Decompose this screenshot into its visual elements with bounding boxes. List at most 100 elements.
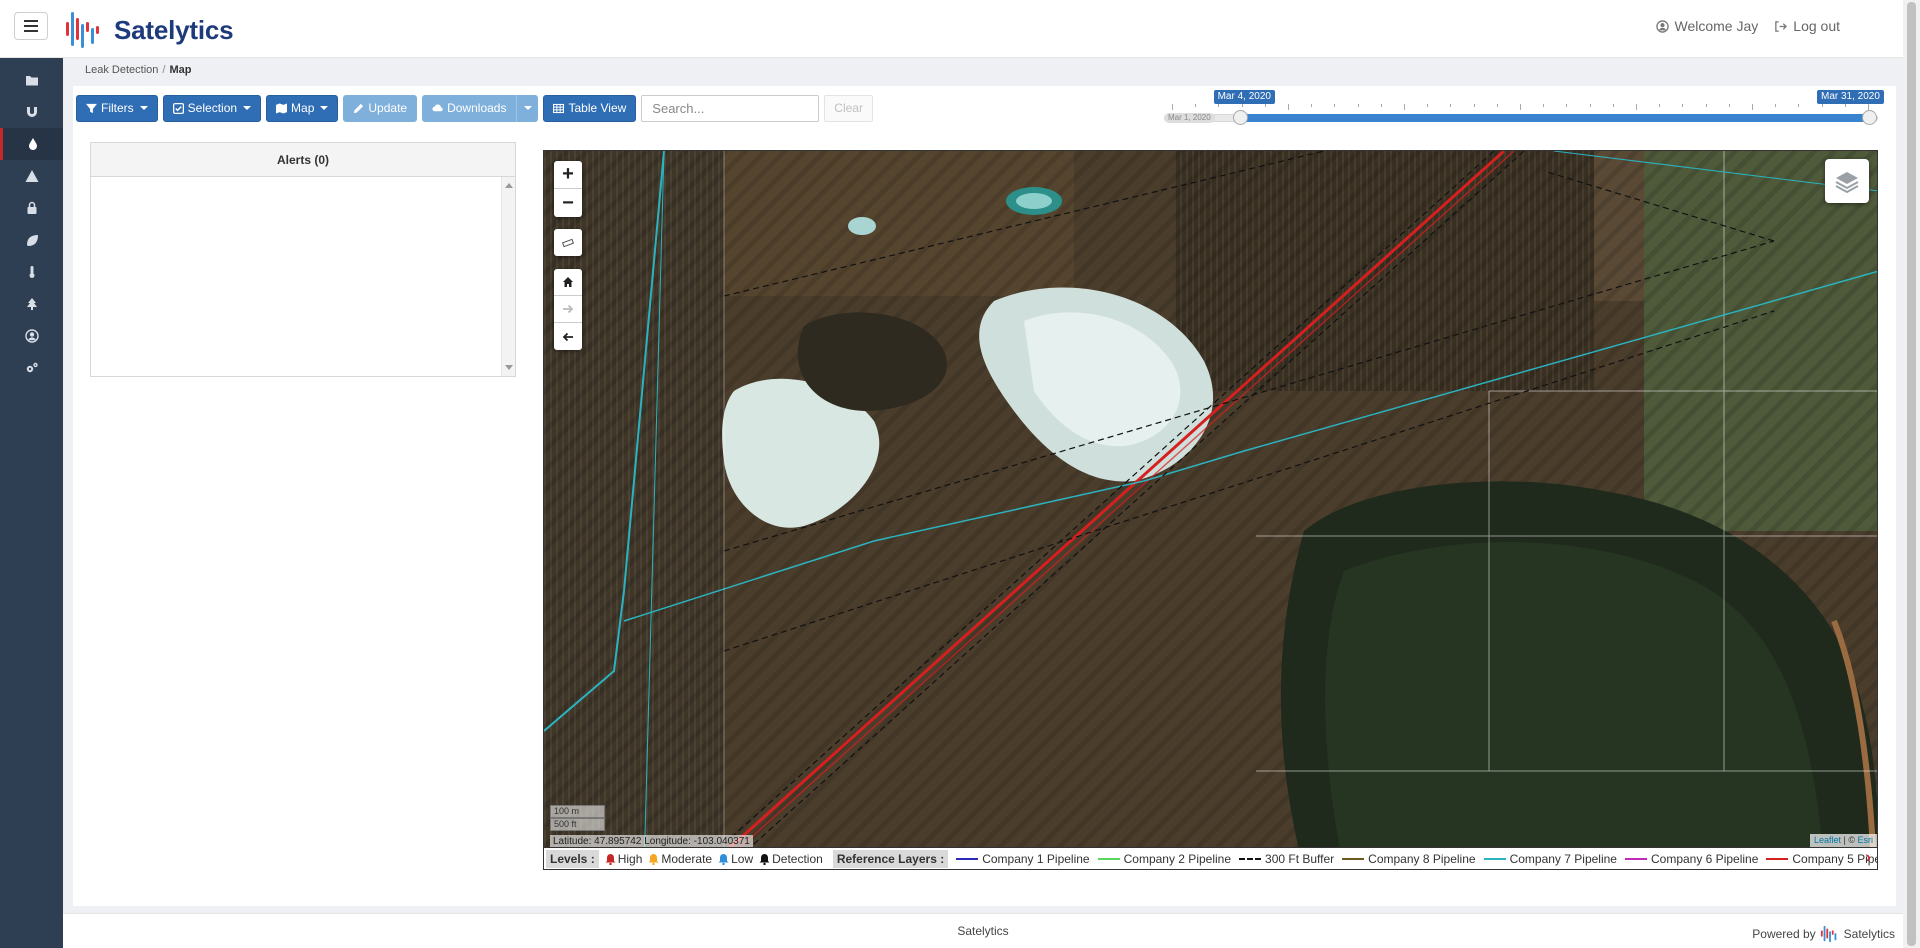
update-label: Update [368,101,408,115]
filter-icon [86,103,97,113]
brand-logo[interactable]: Satelytics [64,8,234,52]
selection-button[interactable]: Selection [162,94,262,122]
hamburger-icon [24,20,38,32]
slider-tick [1311,104,1313,107]
legend-ref-label: Company 2 Pipeline [1123,851,1232,866]
scroll-down-arrow-icon[interactable] [505,365,513,370]
bell-icon [718,853,729,865]
sign-out-icon [1775,20,1788,32]
legend-line-swatch [956,857,979,860]
legend-level-label: Low [731,851,754,866]
zoom-in-button[interactable]: + [554,161,582,189]
slider-tick [1450,104,1452,107]
sidebar-item-settings[interactable] [0,352,63,384]
welcome-text: Welcome Jay [1674,18,1759,34]
legend-level-high: High [605,851,643,866]
slider-start-label: Mar 4, 2020 [1213,90,1275,104]
arrow-left-icon [562,332,573,341]
update-button[interactable]: Update [343,94,418,122]
sidebar-item-security[interactable] [0,192,63,224]
back-button[interactable] [554,323,582,350]
legend-level-label: High [617,851,643,866]
page-footer: Satelytics Powered by Satelytics [63,913,1903,948]
legend-level-label: Moderate [661,851,713,866]
legend-dash-swatch [1239,857,1262,860]
sidebar-item-temperature[interactable] [0,256,63,288]
caret-down-icon [320,106,329,110]
legend-ref-label: Company 5 Pipeline [1792,851,1877,866]
user-circle-icon [1655,19,1669,33]
slider-tick [1798,104,1800,107]
sidebar-item-trees[interactable] [0,288,63,320]
page-scrollbar-thumb[interactable] [1907,2,1916,946]
downloads-dropdown-toggle[interactable] [516,94,539,122]
sidebar-item-vegetation[interactable] [0,224,63,256]
measure-button[interactable] [554,229,582,256]
legend-ref-label: Company 6 Pipeline [1650,851,1759,866]
slider-tick [1404,104,1405,110]
sidebar-item-magnet[interactable] [0,96,63,128]
slider-tick [1775,104,1777,107]
satellite-map[interactable]: + − 100 m 500 ft Latitude: 47.895742 Lon… [543,150,1878,870]
slider-tick [1172,104,1173,110]
slider-end-handle[interactable] [1862,110,1877,125]
zoom-out-button[interactable]: − [554,189,582,217]
legend-level-low: Low [718,852,753,866]
alerts-list[interactable] [91,177,515,376]
slider-tick [1380,104,1382,107]
sidebar-item-account[interactable] [0,320,63,352]
sidebar-item-projects[interactable] [0,64,63,96]
bell-icon [759,853,770,865]
slider-start-handle[interactable] [1232,110,1248,125]
alerts-panel: Alerts (0) [90,142,516,377]
app-header: Satelytics Welcome Jay Log out [0,0,1920,58]
sidebar-item-leak-detection[interactable] [0,128,63,160]
alerts-title: Alerts (0) [91,143,515,177]
slider-selected-range [1239,114,1869,122]
forward-button[interactable] [554,296,582,323]
date-range-slider[interactable]: Mar 1, 2020 Mar 4, 2020 Mar 31, 2020 [1164,90,1884,130]
layers-control-button[interactable] [1825,159,1869,203]
legend-levels-label: Levels : [546,849,599,868]
ruler-icon [562,238,574,247]
legend-ref-company-6: Company 6 Pipeline [1624,851,1759,866]
home-button[interactable] [554,269,582,296]
bell-icon [648,853,659,865]
legend-level-detection: Detection [759,852,823,866]
lock-icon [27,201,36,214]
legend-ref-company-7: Company 7 Pipeline [1483,852,1617,866]
leaflet-link[interactable]: Leaflet [1814,835,1841,845]
downloads-button[interactable]: Downloads [422,94,517,122]
pencil-icon [354,103,364,113]
bell-icon [605,853,616,865]
menu-toggle-button[interactable] [14,12,48,40]
esri-link[interactable]: Esri [1858,835,1874,845]
filters-button[interactable]: Filters [76,94,158,122]
powered-by: Powered by Satelytics [1752,924,1895,944]
check-square-icon [172,102,184,114]
sidebar-item-alerts[interactable] [0,160,63,192]
legend-level-label: Detection [772,851,823,866]
legend-ref-company-8: Company 8 Pipeline [1342,852,1476,866]
clear-button[interactable]: Clear [824,94,873,122]
page-scrollbar[interactable] [1903,0,1920,948]
alerts-scrollbar[interactable] [501,177,515,376]
logout-link[interactable]: Log out [1774,18,1840,34]
slider-tick [1612,104,1614,107]
welcome-user[interactable]: Welcome Jay [1655,18,1759,34]
brand-name: Satelytics [114,14,234,45]
breadcrumb-parent[interactable]: Leak Detection [85,64,158,76]
table-view-button[interactable]: Table View [543,94,637,122]
slider-tick [1218,104,1220,107]
search-input[interactable] [641,94,820,122]
slider-tick [1752,104,1753,110]
powered-by-brand: Satelytics [1843,927,1895,941]
thermometer-icon [29,266,34,278]
breadcrumb: Leak Detection / Map [85,64,191,76]
slider-tick [1728,104,1730,107]
scroll-up-arrow-icon[interactable] [505,183,513,188]
map-toolbar: Filters Selection Map Update Downloads T… [76,94,873,122]
legend-scroll-right-icon[interactable]: › [1866,849,1871,867]
breadcrumb-separator: / [162,64,166,76]
map-button[interactable]: Map [266,94,339,122]
